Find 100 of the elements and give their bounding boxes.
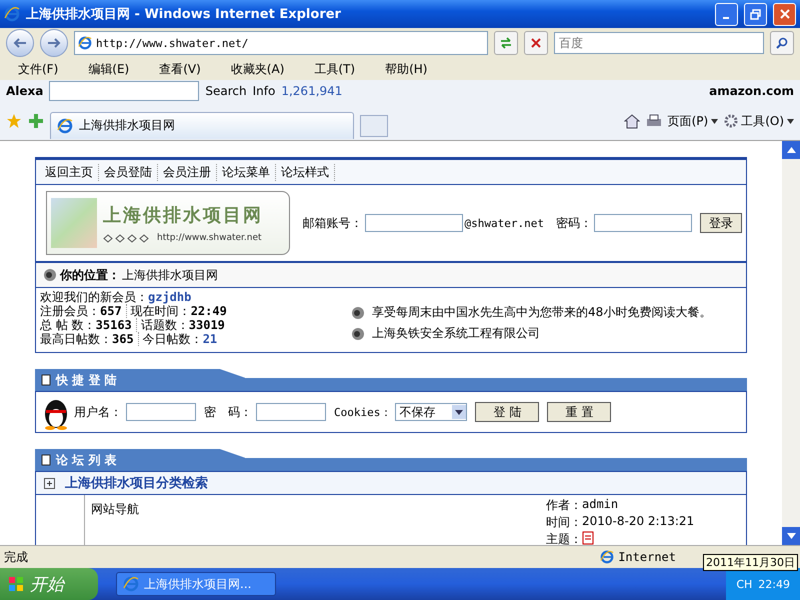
- stat-label: 话题数：: [140, 318, 189, 332]
- section-header: 快 捷 登 陆: [35, 369, 245, 391]
- up-arrow-icon: [786, 147, 796, 153]
- minimize-button[interactable]: [715, 2, 738, 26]
- scroll-down-button[interactable]: [782, 527, 800, 545]
- star-icon[interactable]: [6, 113, 22, 129]
- caret-icon: [787, 118, 794, 124]
- close-icon: [780, 9, 790, 19]
- restore-icon: [750, 8, 761, 20]
- back-arrow-icon: [13, 38, 27, 48]
- form-button[interactable]: 登 陆: [475, 402, 540, 422]
- address-field[interactable]: http://www.shwater.net/: [74, 31, 488, 55]
- forward-button[interactable]: [40, 29, 68, 57]
- search-field[interactable]: 百度: [554, 32, 764, 54]
- diamond-icons-drawing: [103, 234, 151, 242]
- forum-name[interactable]: 网站导航: [91, 502, 139, 516]
- stat-label: 最高日帖数：: [40, 332, 112, 346]
- document-icon: [41, 374, 51, 386]
- category-link[interactable]: 上海供排水项目分类检索: [65, 474, 208, 492]
- search-icon: [776, 37, 788, 49]
- news-link[interactable]: 上海奂铁安全系统工程有限公司: [372, 325, 540, 342]
- logo-url: http://www.shwater.net: [157, 233, 262, 243]
- stat-value: 365: [112, 332, 134, 346]
- stat-label: 总 帖 数：: [40, 318, 96, 332]
- security-zone: Internet: [618, 550, 676, 564]
- nav-link[interactable]: 论坛样式: [276, 164, 335, 180]
- menu-item[interactable]: 编辑(E): [76, 60, 142, 78]
- menu-item[interactable]: 文件(F): [6, 60, 70, 78]
- author-label: 作者：: [546, 497, 582, 514]
- toolbar-search-button[interactable]: Search: [205, 84, 247, 98]
- browser-tab[interactable]: 上海供排水项目网: [50, 112, 354, 138]
- stop-icon: [531, 38, 541, 48]
- toolbar-logo[interactable]: Alexa: [6, 84, 44, 98]
- site-rank: 1,261,941: [281, 84, 342, 98]
- close-button[interactable]: [773, 2, 796, 26]
- browser-icon: [4, 6, 20, 22]
- post-time: 2010-8-20 2:13:21: [582, 514, 694, 530]
- date-tooltip: 2011年11月30日: [703, 554, 798, 571]
- stat-value: 22:49: [190, 304, 227, 318]
- minimize-icon: [723, 17, 730, 19]
- cookies-label: Cookies：: [334, 404, 392, 420]
- time-label: 时间：: [546, 514, 582, 531]
- caret-icon: [711, 118, 718, 124]
- status-text: 完成: [4, 548, 28, 566]
- email-domain: @shwater.net: [464, 216, 544, 230]
- expand-icon[interactable]: [44, 478, 55, 488]
- stat-label: 欢迎我们的新会员：: [40, 290, 148, 304]
- menu-item[interactable]: 查看(V): [147, 60, 213, 78]
- topic-label: 主题：: [546, 531, 582, 545]
- restore-button[interactable]: [744, 2, 767, 26]
- nav-link[interactable]: 会员登陆: [99, 164, 158, 180]
- username-field[interactable]: [126, 403, 196, 421]
- forward-arrow-icon: [47, 38, 61, 48]
- stat-value: 33019: [188, 318, 225, 332]
- search-button[interactable]: [770, 31, 794, 55]
- browser-icon: [57, 118, 73, 134]
- password-field[interactable]: [256, 403, 326, 421]
- page-menu[interactable]: 页面(P): [668, 112, 718, 130]
- email-label: 邮箱账号：: [302, 214, 363, 232]
- plus-icon: [45, 478, 54, 488]
- printer-icon[interactable]: [646, 113, 662, 129]
- window-title: 上海供排水项目网 - Windows Internet Explorer: [26, 6, 342, 23]
- nav-link[interactable]: 会员注册: [158, 164, 217, 180]
- author-name: admin: [582, 497, 618, 513]
- refresh-button[interactable]: [494, 31, 518, 55]
- stat-value: 657: [100, 304, 122, 318]
- down-arrow-icon: [786, 533, 796, 539]
- home-icon[interactable]: [624, 113, 640, 129]
- language-indicator[interactable]: CH: [736, 578, 752, 590]
- menu-item[interactable]: 工具(T): [302, 60, 368, 78]
- windows-flag-icon: [8, 576, 24, 592]
- form-button[interactable]: 重 置: [547, 402, 612, 422]
- stat-label: 注册会员：: [40, 304, 100, 318]
- stat-label: 今日帖数：: [142, 332, 203, 346]
- document-icon: [41, 454, 51, 466]
- scroll-up-button[interactable]: [782, 141, 800, 159]
- refresh-icon: [500, 37, 512, 49]
- taskbar-button[interactable]: 上海供排水项目网...: [116, 572, 276, 596]
- section-header: 论 坛 列 表: [35, 449, 245, 471]
- email-field[interactable]: [364, 214, 463, 232]
- login-button[interactable]: 登录: [700, 213, 742, 233]
- nav-link[interactable]: 论坛菜单: [217, 164, 276, 180]
- amazon-logo[interactable]: amazon.com: [709, 84, 794, 98]
- nav-link[interactable]: 返回主页: [40, 164, 99, 180]
- logo-graphic: [51, 198, 97, 248]
- news-link[interactable]: 享受每周末由中国水先生高中为您带来的48小时免费阅读大餐。: [372, 304, 712, 321]
- stat-value: 35163: [96, 318, 132, 332]
- stop-button[interactable]: [524, 31, 548, 55]
- menu-item[interactable]: 收藏夹(A): [218, 60, 296, 78]
- cookies-select[interactable]: 不保存: [395, 403, 468, 421]
- toolbar-info-button[interactable]: Info: [252, 84, 276, 98]
- back-button[interactable]: [6, 29, 34, 57]
- stat-value: 21: [202, 332, 218, 346]
- tools-menu[interactable]: 工具(O): [724, 112, 794, 130]
- menu-item[interactable]: 帮助(H): [373, 60, 440, 78]
- username-label: 用户名：: [74, 404, 122, 420]
- browser-icon: [78, 36, 92, 50]
- location-value: 上海供排水项目网: [122, 266, 218, 284]
- toolbar-search-field[interactable]: [49, 81, 200, 101]
- password-field[interactable]: [594, 214, 692, 232]
